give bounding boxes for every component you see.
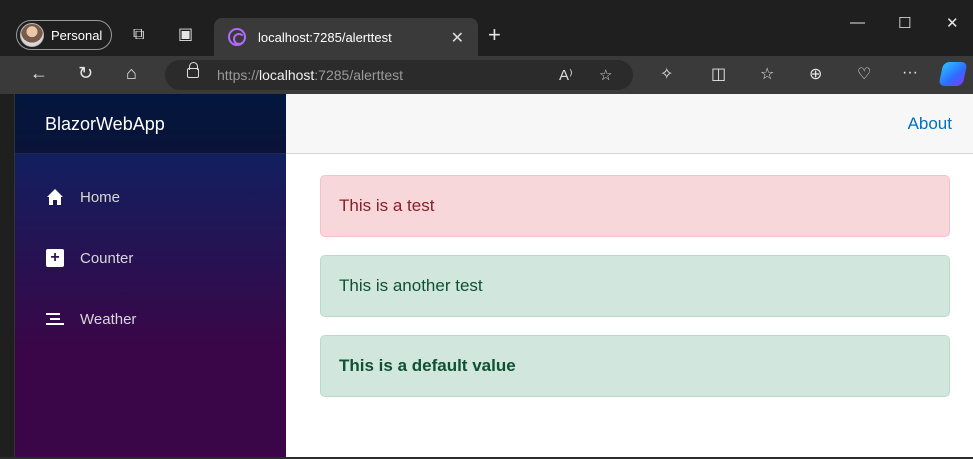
alert-success: This is another test — [320, 255, 950, 317]
split-screen-icon[interactable]: ◫ — [711, 64, 726, 84]
nav-item-label: Weather — [80, 310, 137, 328]
refresh-icon[interactable]: ↻ — [78, 63, 93, 84]
collections-icon[interactable]: ⊕ — [809, 64, 822, 84]
web-page: BlazorWebApp Home + Counter Weather Abou… — [14, 94, 973, 459]
address-bar[interactable]: https://localhost:7285/alerttest A⁾ ☆ — [165, 60, 633, 90]
profile-label: Personal — [51, 27, 103, 43]
top-row: About — [286, 94, 973, 154]
url-text[interactable]: https://localhost:7285/alerttest — [217, 67, 403, 83]
maximize-icon[interactable]: ☐ — [898, 14, 911, 32]
nav-item-home[interactable]: Home — [45, 182, 120, 212]
profile-button[interactable]: Personal — [16, 20, 112, 50]
nav-item-counter[interactable]: + Counter — [45, 243, 133, 273]
avatar — [20, 23, 44, 47]
alert-text: This is another test — [339, 276, 483, 295]
alert-text: This is a default value — [339, 356, 516, 375]
close-window-icon[interactable]: ✕ — [946, 14, 959, 32]
tab-actions-icon[interactable]: ▣ — [178, 27, 193, 43]
about-link[interactable]: About — [908, 114, 952, 134]
sidebar: BlazorWebApp Home + Counter Weather — [15, 94, 286, 459]
alert-danger: This is a test — [320, 175, 950, 237]
favorite-star-icon[interactable]: ☆ — [599, 66, 612, 84]
plus-square-icon: + — [45, 248, 65, 268]
main-content: About This is a test This is another tes… — [286, 94, 973, 459]
alert-default: This is a default value — [320, 335, 950, 397]
lock-icon[interactable] — [187, 62, 199, 78]
browser-window: Personal ⧉ ▣ localhost:7285/alerttest ✕ … — [0, 0, 973, 459]
address-toolbar: ← ↻ ⌂ https://localhost:7285/alerttest A… — [0, 56, 973, 94]
minimize-icon[interactable]: — — [850, 14, 865, 31]
copilot-icon[interactable] — [938, 62, 968, 86]
alert-text: This is a test — [339, 196, 435, 215]
tab-strip: Personal ⧉ ▣ localhost:7285/alerttest ✕ … — [0, 0, 973, 56]
new-tab-icon[interactable]: + — [488, 22, 501, 48]
active-tab[interactable]: localhost:7285/alerttest ✕ — [214, 18, 478, 56]
list-icon — [45, 309, 65, 329]
nav-item-label: Home — [80, 188, 121, 206]
nav-item-label: Counter — [80, 249, 134, 267]
tab-title: localhost:7285/alerttest — [258, 29, 392, 45]
extensions-icon[interactable]: ✧ — [660, 64, 673, 84]
brand-bar: BlazorWebApp — [15, 94, 286, 154]
read-aloud-icon[interactable]: A⁾ — [559, 66, 573, 84]
house-icon — [45, 187, 65, 207]
blazor-favicon-icon — [228, 28, 246, 46]
more-icon[interactable]: ··· — [902, 64, 918, 82]
brand-link[interactable]: BlazorWebApp — [45, 114, 165, 135]
back-icon[interactable]: ← — [30, 63, 48, 84]
browser-essentials-icon[interactable]: ♡ — [857, 64, 871, 84]
nav-item-weather[interactable]: Weather — [45, 304, 136, 334]
favorites-icon[interactable]: ☆ — [760, 64, 774, 84]
home-icon[interactable]: ⌂ — [126, 63, 137, 84]
close-tab-icon[interactable]: ✕ — [451, 28, 464, 48]
workspaces-icon[interactable]: ⧉ — [133, 27, 144, 43]
